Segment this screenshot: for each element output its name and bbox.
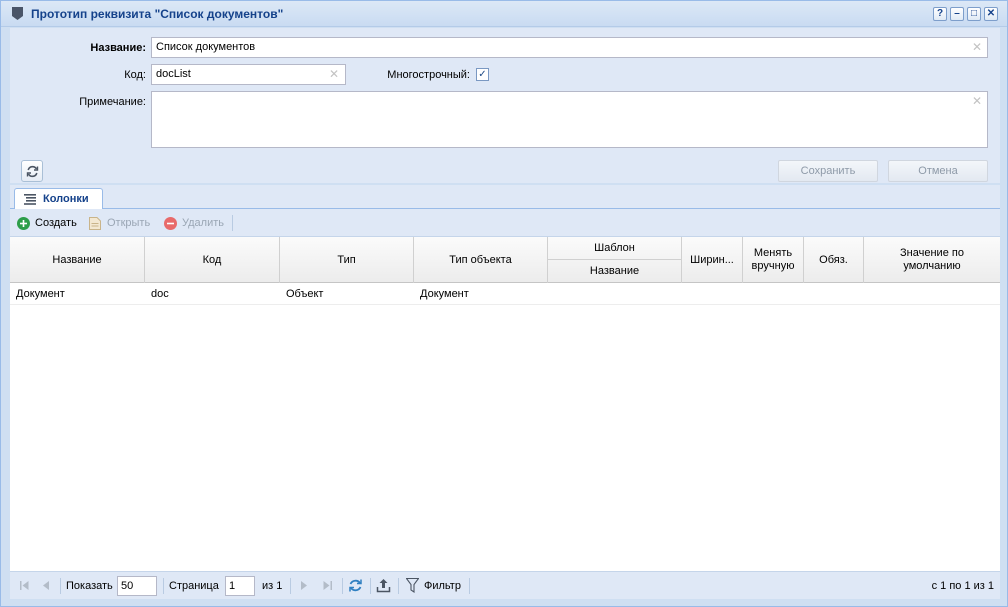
last-page-icon[interactable] bbox=[322, 580, 333, 591]
clear-note-icon[interactable]: ✕ bbox=[972, 94, 982, 108]
paging-toolbar: Показать 50 Страница 1 из 1 Фильтр с 1 п… bbox=[10, 571, 1000, 599]
document-icon bbox=[89, 217, 101, 230]
cancel-button[interactable]: Отмена bbox=[888, 160, 988, 182]
next-page-icon[interactable] bbox=[300, 580, 308, 591]
name-value: Список документов bbox=[156, 41, 256, 53]
note-label: Примечание: bbox=[79, 96, 146, 108]
export-icon[interactable] bbox=[376, 578, 391, 593]
maximize-button[interactable]: □ bbox=[967, 7, 981, 21]
note-textarea[interactable] bbox=[151, 91, 988, 148]
minus-circle-icon bbox=[164, 217, 177, 230]
filter-label: Фильтр bbox=[424, 580, 461, 592]
minimize-button[interactable]: – bbox=[950, 7, 964, 21]
create-label: Создать bbox=[35, 217, 77, 229]
pager-separator bbox=[469, 578, 470, 594]
grid-toolbar: Создать Открыть Удалить bbox=[10, 209, 1000, 237]
toolbar-separator bbox=[232, 215, 233, 231]
prev-page-icon[interactable] bbox=[42, 580, 50, 591]
column-header-name[interactable]: Название bbox=[10, 237, 145, 283]
multiline-checkbox[interactable]: ✓ bbox=[476, 68, 489, 81]
name-field[interactable]: Список документов bbox=[151, 37, 988, 58]
tab-strip: Колонки bbox=[10, 185, 1000, 210]
name-label: Название: bbox=[90, 42, 146, 54]
filter-icon bbox=[406, 578, 419, 593]
pager-separator bbox=[163, 578, 164, 594]
column-header-width[interactable]: Ширин... bbox=[682, 237, 743, 283]
tab-columns[interactable]: Колонки bbox=[14, 188, 103, 210]
page-count-label: из 1 bbox=[262, 580, 283, 592]
page-size-input[interactable]: 50 bbox=[117, 576, 157, 596]
refresh-button[interactable] bbox=[21, 160, 43, 182]
code-label: Код: bbox=[124, 69, 146, 81]
delete-label: Удалить bbox=[182, 217, 224, 229]
clear-code-icon[interactable]: ✕ bbox=[329, 67, 339, 81]
close-button[interactable]: ✕ bbox=[984, 7, 998, 21]
column-header-code[interactable]: Код bbox=[145, 237, 280, 283]
column-header-manual[interactable]: Менять вручную bbox=[743, 237, 804, 283]
column-header-type[interactable]: Тип bbox=[280, 237, 414, 283]
reload-icon[interactable] bbox=[348, 578, 363, 593]
cell-code: doc bbox=[151, 288, 169, 300]
column-header-default[interactable]: Значение по умолчанию bbox=[864, 237, 1000, 283]
list-icon bbox=[24, 194, 36, 205]
first-page-icon[interactable] bbox=[19, 580, 30, 591]
refresh-icon bbox=[26, 165, 39, 178]
plus-circle-icon bbox=[17, 217, 30, 230]
help-button[interactable]: ? bbox=[933, 7, 947, 21]
shield-icon bbox=[12, 7, 23, 20]
code-value: docList bbox=[156, 68, 191, 80]
multiline-label: Многострочный: bbox=[387, 69, 470, 81]
page-number-input[interactable]: 1 bbox=[225, 576, 255, 596]
page-label: Страница bbox=[169, 580, 219, 592]
pager-separator bbox=[290, 578, 291, 594]
table-row[interactable]: Документ doc Объект Документ bbox=[10, 283, 1000, 305]
grid-header: Название Код Тип Тип объекта Шаблон Назв… bbox=[10, 237, 1000, 283]
cell-name: Документ bbox=[16, 288, 65, 300]
tab-columns-label: Колонки bbox=[43, 193, 89, 205]
cell-object-type: Документ bbox=[420, 288, 469, 300]
pager-separator bbox=[370, 578, 371, 594]
show-label: Показать bbox=[66, 580, 113, 592]
grid-body: Документ doc Объект Документ bbox=[10, 283, 1000, 571]
column-header-required[interactable]: Обяз. bbox=[804, 237, 864, 283]
dialog-window: Прототип реквизита "Список документов" ?… bbox=[0, 0, 1008, 607]
paging-summary: с 1 по 1 из 1 bbox=[931, 580, 994, 592]
form-panel: Название: Список документов ✕ Код: docLi… bbox=[10, 28, 1000, 183]
check-icon: ✓ bbox=[478, 69, 487, 80]
code-field[interactable]: docList bbox=[151, 64, 346, 85]
column-header-template-name[interactable]: Название bbox=[548, 260, 682, 283]
pager-separator bbox=[342, 578, 343, 594]
cell-type: Объект bbox=[286, 288, 324, 300]
column-header-object-type[interactable]: Тип объекта bbox=[414, 237, 548, 283]
pager-separator bbox=[398, 578, 399, 594]
pager-separator bbox=[60, 578, 61, 594]
title-bar[interactable]: Прототип реквизита "Список документов" ?… bbox=[1, 1, 1007, 27]
column-group-template: Шаблон bbox=[548, 237, 682, 260]
clear-name-icon[interactable]: ✕ bbox=[972, 40, 982, 54]
window-title: Прототип реквизита "Список документов" bbox=[31, 7, 284, 21]
save-button[interactable]: Сохранить bbox=[778, 160, 878, 182]
open-label: Открыть bbox=[107, 217, 151, 229]
